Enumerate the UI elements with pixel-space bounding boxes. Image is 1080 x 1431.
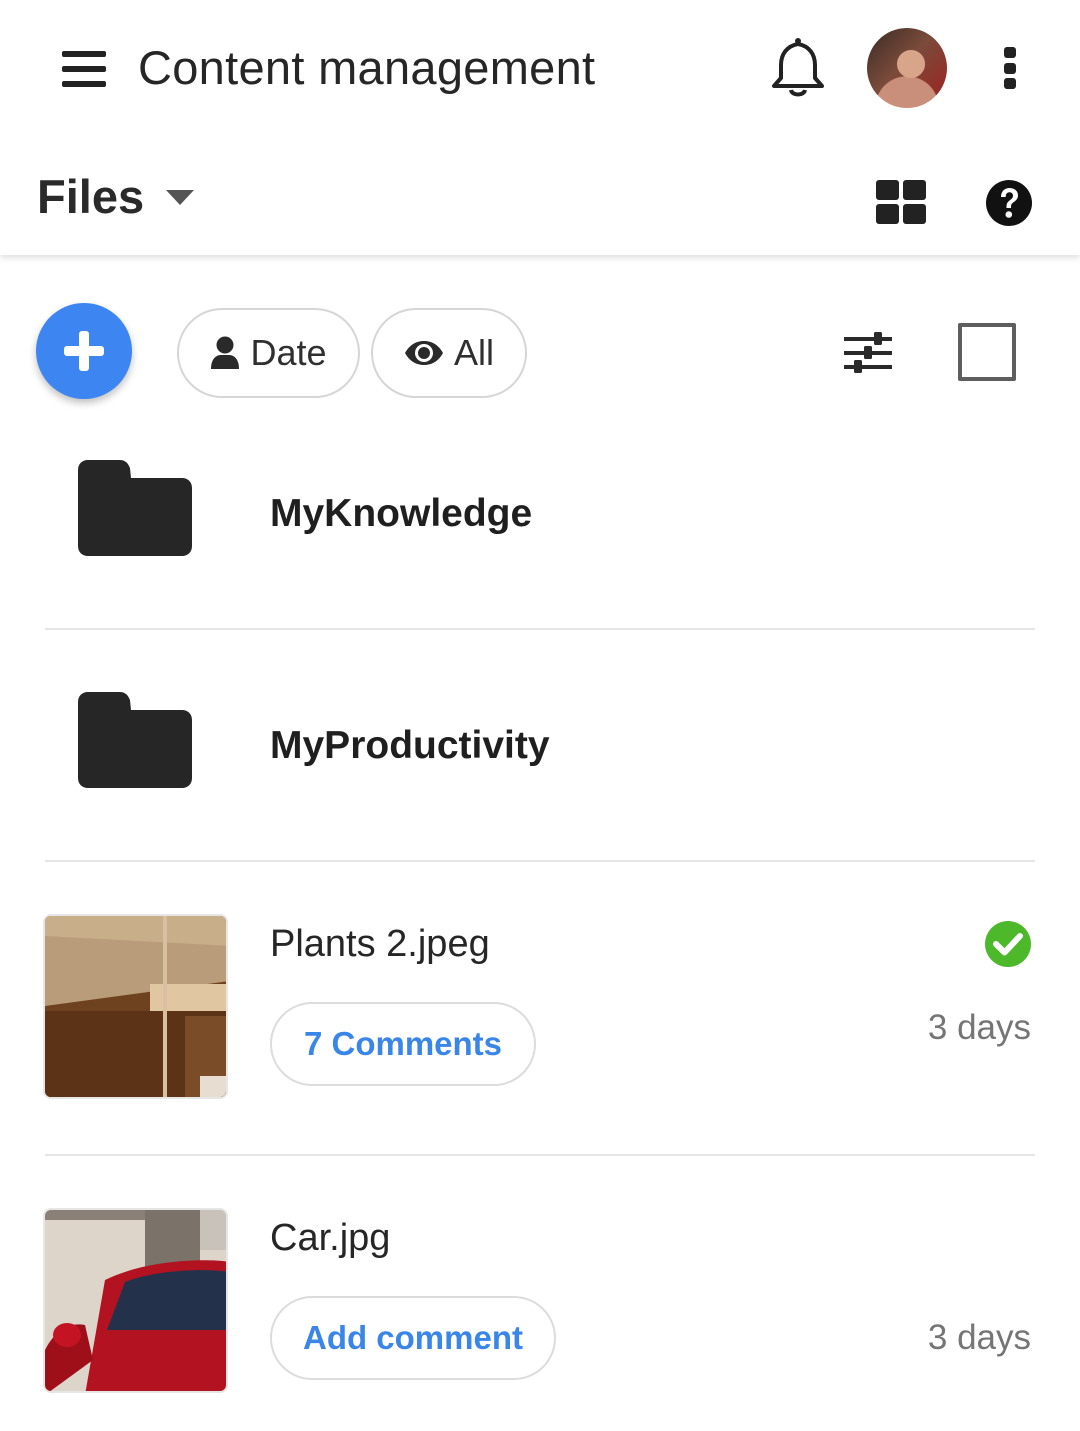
file-age: 3 days — [927, 1318, 1031, 1357]
file-thumbnail[interactable] — [43, 1208, 228, 1393]
section-title[interactable]: Files — [37, 168, 144, 226]
list-item[interactable]: MyKnowledge — [0, 435, 1080, 630]
toolbar: Date All — [0, 255, 1080, 435]
list-item[interactable]: MyProductivity — [0, 630, 1080, 862]
grid-view-icon[interactable] — [868, 172, 934, 232]
all-chip-label: All — [453, 332, 494, 373]
page-title: Content management — [138, 41, 596, 94]
check-circle-icon — [985, 921, 1031, 967]
folder-icon — [78, 460, 192, 556]
caret-down-icon[interactable] — [158, 180, 202, 216]
file-name: Car.jpg — [270, 1217, 391, 1259]
date-chip-label: Date — [250, 332, 327, 373]
avatar[interactable] — [867, 28, 947, 108]
visibility-filter-chip[interactable]: All — [371, 308, 527, 398]
folder-name: MyKnowledge — [270, 492, 533, 535]
add-comment-button[interactable]: Add comment — [270, 1296, 556, 1380]
file-age: 3 days — [927, 1008, 1031, 1047]
file-thumbnail[interactable] — [43, 914, 228, 1099]
list-item[interactable]: Car.jpg Add comment 3 days — [0, 1156, 1080, 1431]
date-filter-chip[interactable]: Date — [177, 308, 360, 398]
person-icon — [211, 336, 240, 369]
add-button[interactable] — [36, 303, 132, 399]
list-item[interactable]: Plants 2.jpeg 7 Comments 3 days — [0, 862, 1080, 1154]
checkbox-icon[interactable] — [958, 323, 1016, 381]
folder-icon — [78, 692, 192, 788]
folder-name: MyProductivity — [270, 724, 550, 767]
sliders-icon[interactable] — [838, 325, 898, 381]
comments-button[interactable]: 7 Comments — [270, 1002, 536, 1086]
more-vertical-icon[interactable] — [982, 36, 1038, 100]
help-icon[interactable] — [980, 174, 1038, 232]
app-bar: Content management Files — [0, 0, 1080, 255]
eye-icon — [404, 341, 443, 365]
hamburger-menu-icon[interactable] — [52, 40, 116, 98]
bell-icon[interactable] — [760, 30, 836, 106]
file-name: Plants 2.jpeg — [270, 923, 490, 965]
plus-icon — [64, 331, 104, 371]
